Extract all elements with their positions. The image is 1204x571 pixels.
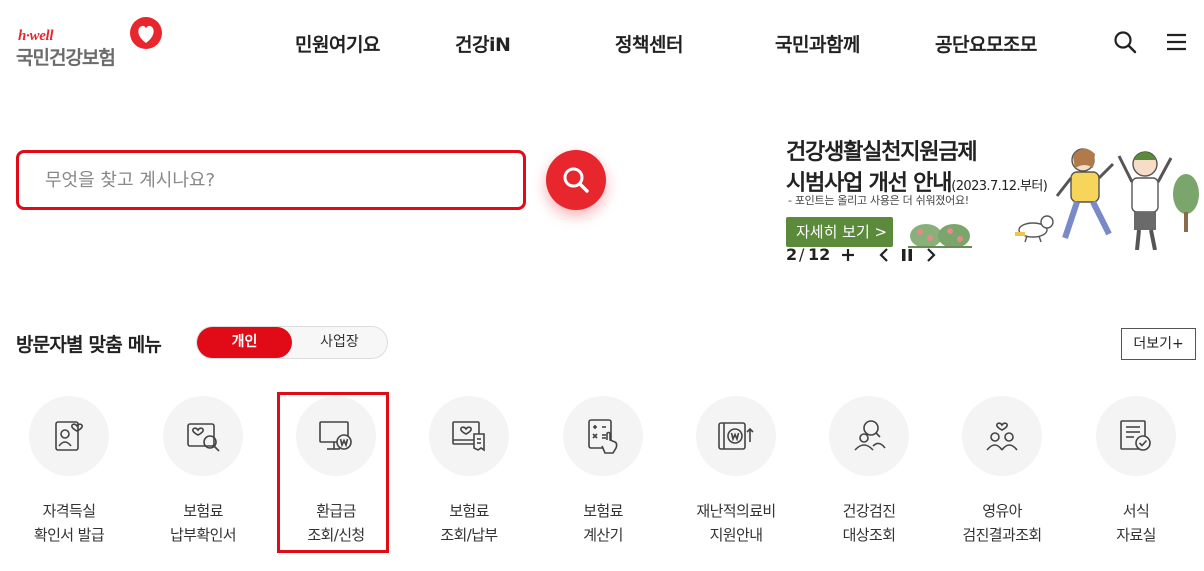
quick-menu-label: 보험료	[583, 502, 623, 520]
quick-menu-label: 환급금	[316, 502, 356, 520]
quick-menu-premium-payment-certificate[interactable]: 보험료 납부확인서	[138, 396, 268, 556]
quick-menu-label: 조회/납부	[440, 526, 498, 544]
search-box	[16, 150, 526, 210]
visitor-type-toggle: 개인 사업장	[196, 326, 388, 359]
icon-circle	[563, 396, 643, 476]
quick-menu-catastrophic-medical-support[interactable]: 재난적의료비 지원안내	[671, 396, 801, 556]
quick-menu-label: 계산기	[583, 526, 623, 544]
nav-item-civil[interactable]: 민원여기요	[295, 30, 380, 57]
pager-current: 2	[786, 245, 798, 264]
people-exercising-illustration-icon	[1015, 148, 1199, 250]
banner-title-line1: 건강생활실천지원금제	[786, 140, 978, 165]
pager-separator: /	[799, 245, 805, 264]
search-icon	[563, 167, 589, 193]
plus-icon[interactable]	[838, 244, 858, 266]
section-title: 방문자별 맞춤 메뉴	[16, 334, 162, 356]
quick-menu-label: 자료실	[1116, 526, 1156, 544]
nhis-logo[interactable]: h·well 국민건강보험	[16, 16, 166, 69]
banner-more-button[interactable]: 자세히 보기 >	[786, 217, 893, 247]
icon-circle	[163, 396, 243, 476]
search-icon[interactable]	[1113, 30, 1137, 54]
nav-item-policy[interactable]: 정책센터	[615, 30, 683, 57]
wallet-won-icon	[718, 422, 754, 450]
icon-circle	[429, 396, 509, 476]
search-button[interactable]	[546, 150, 606, 210]
quick-menu-label: 납부확인서	[169, 526, 237, 544]
quick-menu-premium-inquiry-payment[interactable]: 보험료 조회/납부	[404, 396, 534, 556]
quick-menu-label: 재난적의료비	[696, 502, 776, 520]
chevron-right-icon[interactable]	[921, 244, 941, 266]
quick-menu-infant-checkup-results[interactable]: 영유아 검진결과조회	[937, 396, 1067, 556]
search-input[interactable]	[45, 167, 505, 193]
icon-circle	[829, 396, 909, 476]
family-heart-icon	[986, 422, 1018, 451]
monitor-won-icon	[319, 421, 352, 450]
calculator-hand-icon	[588, 419, 618, 454]
quick-menu-label: 자격득실	[42, 502, 96, 520]
nav-item-about[interactable]: 공단요모조모	[935, 30, 1037, 57]
quick-menu-label: 확인서 발급	[33, 526, 105, 544]
quick-menu-label: 대상조회	[842, 526, 896, 544]
chevron-left-icon[interactable]	[874, 244, 894, 266]
document-search-icon	[187, 423, 220, 452]
quick-menu-label: 건강검진	[842, 502, 896, 520]
quick-menu-label: 지원안내	[709, 526, 763, 544]
quick-menu-label: 검진결과조회	[962, 526, 1042, 544]
quick-menu-label: 영유아	[982, 502, 1022, 520]
quick-menu-label: 조회/신청	[307, 526, 365, 544]
quick-menu-premium-calculator[interactable]: 보험료 계산기	[538, 396, 668, 556]
tab-personal[interactable]: 개인	[197, 327, 292, 358]
pager-total: 12	[808, 245, 831, 264]
quick-menu-label: 보험료	[183, 502, 223, 520]
quick-menu-label: 보험료	[449, 502, 489, 520]
banner-note: - 포인트는 올리고 사용은 더 쉬워졌어요!	[788, 194, 969, 207]
nav-item-together[interactable]: 국민과함께	[775, 30, 860, 57]
more-button[interactable]: 더보기+	[1121, 328, 1196, 360]
icon-circle	[696, 396, 776, 476]
icon-circle	[962, 396, 1042, 476]
pause-icon[interactable]	[897, 244, 917, 266]
form-check-icon	[1120, 420, 1151, 451]
quick-menu-forms-library[interactable]: 서식 자료실	[1071, 396, 1201, 556]
icon-circle	[29, 396, 109, 476]
nav-item-health-in[interactable]: 건강iN	[455, 30, 511, 57]
quick-menu-health-checkup-eligibility[interactable]: 건강검진 대상조회	[804, 396, 934, 556]
id-card-heart-icon	[55, 421, 83, 451]
icon-circle	[1096, 396, 1176, 476]
tab-business[interactable]: 사업장	[292, 327, 387, 358]
quick-menu-label: 서식	[1122, 502, 1150, 520]
heart-logo-icon	[130, 17, 162, 49]
person-search-icon	[854, 420, 886, 451]
logo-title: 국민건강보험	[16, 47, 116, 69]
receipt-heart-icon	[452, 421, 485, 452]
quick-menu-qualification-certificate[interactable]: 자격득실 확인서 발급	[4, 396, 134, 556]
quick-menu-refund-inquiry[interactable]: 환급금 조회/신청	[271, 396, 401, 556]
icon-circle	[296, 396, 376, 476]
hamburger-menu-icon[interactable]	[1165, 30, 1189, 54]
